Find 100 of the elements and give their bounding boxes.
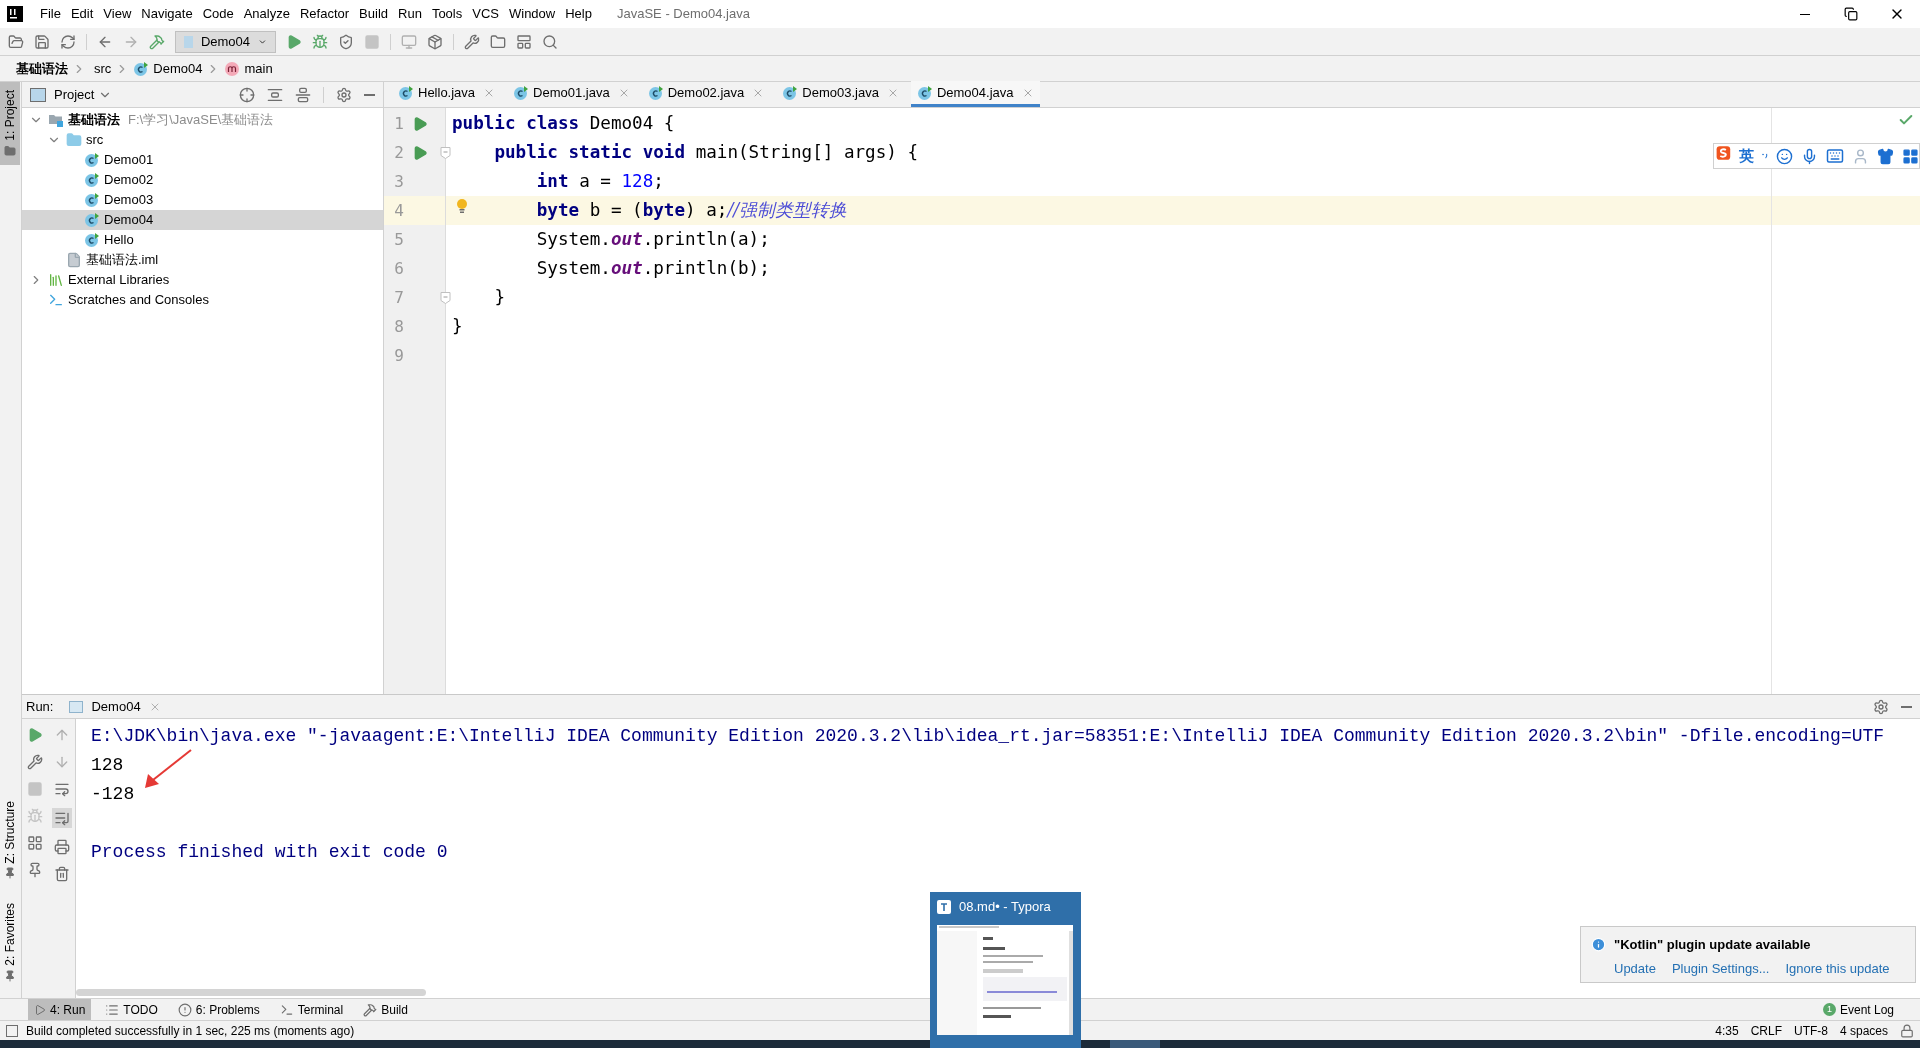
- breadcrumb[interactable]: src: [94, 58, 112, 79]
- toolbox-icon[interactable]: [1902, 147, 1919, 165]
- fold-marker-icon[interactable]: [440, 146, 451, 159]
- pin-icon[interactable]: [27, 862, 43, 878]
- side-tab[interactable]: Z: Structure: [0, 792, 20, 888]
- menu-item[interactable]: Tools: [426, 4, 468, 24]
- tree-item[interactable]: Demo04: [22, 210, 383, 230]
- soft-wrap-icon[interactable]: [53, 781, 70, 797]
- wrench-icon[interactable]: [27, 754, 43, 770]
- tool-window-tab[interactable]: 6: Problems: [171, 998, 266, 1021]
- refresh-icon[interactable]: [60, 33, 76, 50]
- side-tab[interactable]: 1: Project: [0, 82, 20, 165]
- editor-tab[interactable]: Demo01.java: [507, 81, 636, 107]
- editor-tab[interactable]: Demo04.java: [910, 81, 1040, 107]
- event-log-button[interactable]: 1 Event Log: [1822, 1000, 1894, 1019]
- tree-item[interactable]: Demo03: [22, 190, 383, 210]
- tool-window-tab[interactable]: Terminal: [273, 998, 350, 1021]
- tree-item[interactable]: Demo01: [22, 150, 383, 170]
- expand-all-icon[interactable]: [267, 86, 283, 103]
- collapse-all-icon[interactable]: [295, 86, 311, 103]
- rerun-icon[interactable]: [27, 727, 43, 743]
- tool-window-tab[interactable]: Build: [357, 998, 414, 1021]
- class-icon: [84, 172, 100, 188]
- wrench-icon[interactable]: [464, 33, 480, 50]
- menu-item[interactable]: File: [35, 4, 66, 24]
- indent-setting[interactable]: 4 spaces: [1839, 1021, 1888, 1040]
- code-line: public static void main(String[] args) {: [494, 141, 919, 165]
- line-separator[interactable]: CRLF: [1750, 1021, 1782, 1040]
- hide-icon[interactable]: [1901, 705, 1912, 708]
- lightbulb-icon[interactable]: [456, 198, 468, 214]
- coverage-icon[interactable]: [338, 33, 354, 50]
- fold-marker-icon[interactable]: [440, 291, 451, 304]
- menu-item[interactable]: VCS: [467, 4, 504, 24]
- run-icon[interactable]: [286, 33, 302, 50]
- breadcrumb[interactable]: 基础语法: [16, 58, 68, 79]
- search-icon[interactable]: [542, 33, 558, 50]
- menu-item[interactable]: Edit: [65, 4, 99, 24]
- editor-tab[interactable]: Demo02.java: [641, 81, 771, 107]
- menu-item[interactable]: Analyze: [238, 4, 295, 24]
- tree-item-label: Scratches and Consoles: [68, 291, 209, 310]
- editor-tab[interactable]: Demo03.java: [776, 81, 905, 107]
- tree-item[interactable]: Scratches and Consoles: [22, 290, 383, 310]
- frame-icon[interactable]: [516, 33, 532, 50]
- settings-icon[interactable]: [336, 86, 352, 103]
- tree-item-label: Demo02: [104, 171, 154, 190]
- hide-icon[interactable]: [364, 93, 375, 96]
- menu-item[interactable]: Help: [560, 4, 597, 24]
- menu-item[interactable]: Navigate: [136, 4, 198, 24]
- menu-item[interactable]: Code: [197, 4, 239, 24]
- menu-item[interactable]: Run: [393, 4, 427, 24]
- notification-title: "Kotlin" plugin update available: [1614, 936, 1811, 954]
- unlocked-icon[interactable]: [1900, 1023, 1914, 1038]
- tool-window-tab[interactable]: 4: Run: [28, 998, 92, 1021]
- package-icon[interactable]: [427, 33, 443, 50]
- notification-link[interactable]: Plugin Settings...: [1671, 958, 1770, 978]
- run-tab[interactable]: Demo04: [69, 696, 161, 717]
- menu-item[interactable]: Build: [354, 4, 393, 24]
- microphone-icon[interactable]: [1801, 147, 1818, 165]
- clear-icon[interactable]: [53, 866, 70, 882]
- input-mode[interactable]: 英: [1738, 144, 1754, 168]
- breadcrumb[interactable]: Demo04: [153, 58, 203, 79]
- project-structure-icon[interactable]: [490, 33, 506, 50]
- breadcrumb[interactable]: main: [244, 58, 273, 79]
- save-icon[interactable]: [34, 33, 50, 50]
- horizontal-scrollbar[interactable]: [76, 989, 426, 996]
- open-folder-icon[interactable]: [8, 33, 24, 50]
- class-icon: [647, 84, 664, 101]
- tree-item[interactable]: src: [22, 130, 383, 150]
- settings-icon[interactable]: [1873, 698, 1889, 715]
- taskbar-preview[interactable]: 08.md• - Typora: [930, 892, 1081, 1048]
- tree-item[interactable]: External Libraries: [22, 270, 383, 290]
- minimize-icon: [1800, 13, 1810, 15]
- notification-link[interactable]: Update: [1614, 958, 1656, 978]
- hammer-icon[interactable]: [149, 33, 165, 50]
- print-icon[interactable]: [53, 839, 70, 855]
- tree-item[interactable]: Hello: [22, 230, 383, 250]
- scroll-to-end-icon[interactable]: [53, 810, 70, 826]
- menu-item[interactable]: Window: [503, 4, 561, 24]
- debug-icon[interactable]: [312, 33, 328, 50]
- caret-position[interactable]: 4:35: [1715, 1021, 1739, 1040]
- run-configuration-dropdown[interactable]: Demo04: [175, 30, 276, 53]
- menu-item[interactable]: View: [98, 4, 137, 24]
- side-tab[interactable]: 2: Favorites: [0, 895, 20, 990]
- notification-count: 1: [1822, 1003, 1836, 1016]
- notification-link[interactable]: Ignore this update: [1785, 958, 1890, 978]
- run-gutter-icon[interactable]: [412, 115, 428, 132]
- menu-item[interactable]: Refactor: [294, 4, 355, 24]
- layout-icon[interactable]: [27, 835, 43, 851]
- keyboard-icon[interactable]: [1826, 147, 1844, 165]
- file-encoding[interactable]: UTF-8: [1793, 1021, 1828, 1040]
- editor-tab[interactable]: Hello.java: [392, 81, 502, 107]
- tree-item[interactable]: 基础语法.iml: [22, 250, 383, 270]
- run-gutter-icon[interactable]: [412, 144, 428, 161]
- locate-icon[interactable]: [239, 86, 255, 103]
- project-view-dropdown[interactable]: Project: [54, 84, 113, 105]
- tree-item[interactable]: Demo02: [22, 170, 383, 190]
- emoji-icon[interactable]: [1776, 147, 1793, 165]
- skin-icon[interactable]: [1877, 147, 1894, 165]
- tool-window-tab[interactable]: TODO: [99, 998, 164, 1021]
- tree-item[interactable]: 基础语法 F:\学习\JavaSE\基础语法: [22, 110, 383, 130]
